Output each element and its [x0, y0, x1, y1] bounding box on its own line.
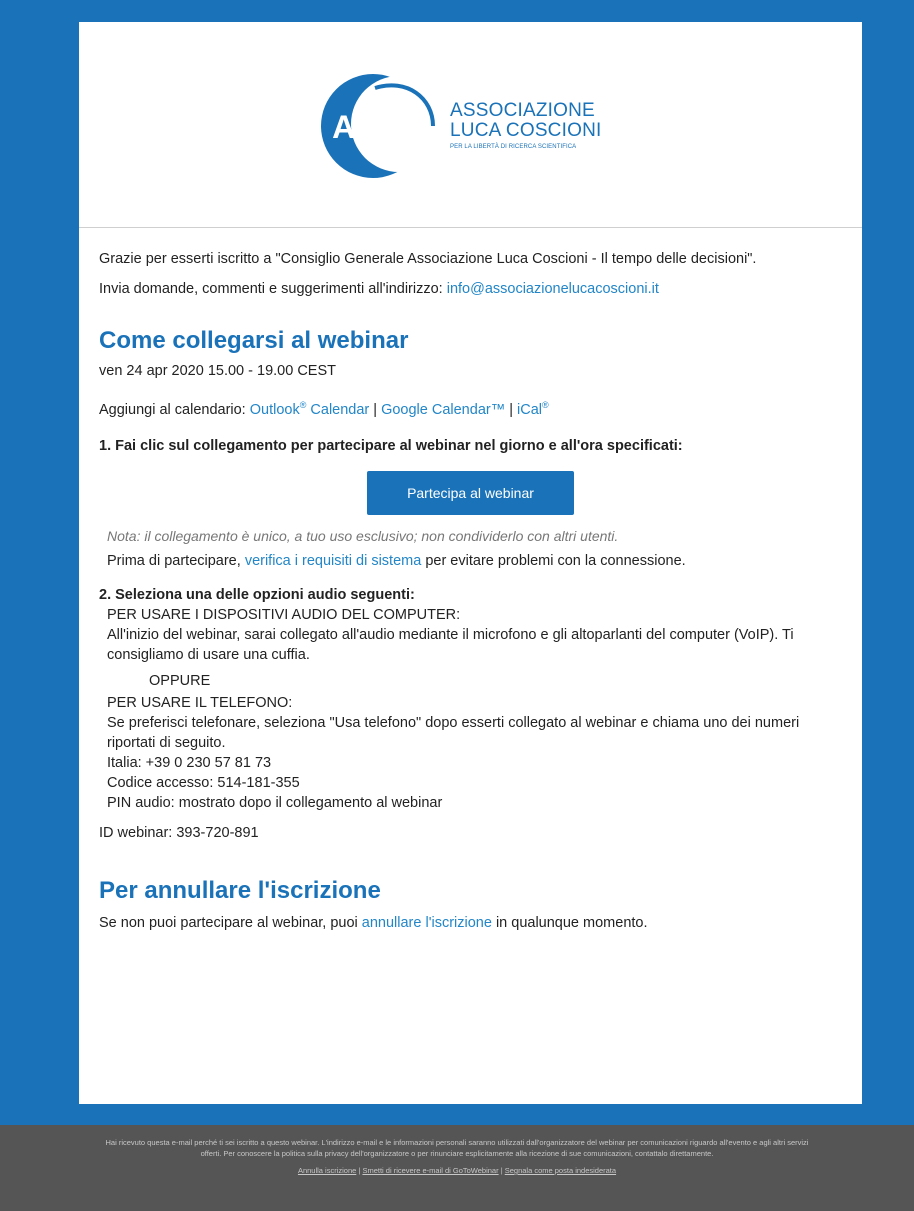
email-body: Grazie per esserti iscritto a "Consiglio…: [79, 249, 862, 933]
system-req-line: Prima di partecipare, verifica i requisi…: [107, 552, 686, 569]
footer-disclaimer: Hai ricevuto questa e-mail perché ti sei…: [105, 1138, 809, 1158]
unique-link-note: Nota: il collegamento è unico, a tuo uso…: [107, 527, 619, 544]
phone-audio-desc: Se preferisci telefonare, seleziona "Usa…: [107, 714, 800, 751]
step2-title: 2. Seleziona una delle opzioni audio seg…: [99, 586, 415, 603]
access-code: Codice accesso: 514-181-355: [107, 774, 300, 791]
step1-title: 1. Fai clic sul collegamento per parteci…: [99, 437, 683, 454]
logo-line-2: LUCA COSCIONI: [450, 120, 602, 141]
computer-audio-title: PER USARE I DISPOSITIVI AUDIO DEL COMPUT…: [107, 606, 461, 623]
logo-tagline: PER LA LIBERTÀ DI RICERCA SCIENTIFICA: [450, 144, 577, 150]
oppure-text: OPPURE: [149, 672, 211, 689]
audio-pin: PIN audio: mostrato dopo il collegamento…: [107, 794, 443, 811]
separator: |: [369, 401, 382, 418]
separator: |: [505, 401, 518, 418]
system-requirements-link[interactable]: verifica i requisiti di sistema: [245, 553, 421, 569]
footer-stop-emails-link[interactable]: Smetti di ricevere e-mail di GoToWebinar: [362, 1166, 498, 1175]
computer-audio-desc: All'inizio del webinar, sarai collegato …: [107, 626, 794, 663]
ical-link[interactable]: iCal®: [517, 400, 549, 418]
alc-logo-icon: ALC: [321, 74, 445, 178]
phone-number-italy: Italia: +39 0 230 57 81 73: [107, 754, 272, 771]
logo-line-1: ASSOCIAZIONE: [450, 100, 595, 121]
contact-line: Invia domande, commenti e suggerimenti a…: [99, 279, 842, 299]
cancel-line: Se non puoi partecipare al webinar, puoi…: [99, 914, 648, 931]
cancel-heading: Per annullare l'iscrizione: [99, 876, 381, 904]
logo-header: ALC ASSOCIAZIONE LUCA COSCIONI PER LA LI…: [79, 22, 862, 228]
email-card: ALC ASSOCIAZIONE LUCA COSCIONI PER LA LI…: [79, 22, 862, 1104]
footer-unsubscribe-link[interactable]: Annulla iscrizione: [298, 1166, 356, 1175]
audio-options: PER USARE I DISPOSITIVI AUDIO DEL COMPUT…: [99, 605, 842, 813]
logo-mark: ALC: [332, 109, 398, 145]
webinar-id: ID webinar: 393-720-891: [99, 824, 259, 841]
webinar-datetime: ven 24 apr 2020 15.00 - 19.00 CEST: [99, 363, 336, 379]
logo-wordmark: ASSOCIAZIONE LUCA COSCIONI PER LA LIBERT…: [450, 100, 602, 151]
join-webinar-button[interactable]: Partecipa al webinar: [367, 470, 574, 515]
calendar-line: Aggiungi al calendario: Outlook® Calenda…: [99, 395, 842, 420]
footer: Hai ricevuto questa e-mail perché ti sei…: [0, 1125, 914, 1211]
thanks-text: Grazie per esserti iscritto a "Consiglio…: [99, 251, 757, 267]
contact-prefix: Invia domande, commenti e suggerimenti a…: [99, 281, 447, 297]
cancel-registration-link[interactable]: annullare l'iscrizione: [362, 915, 492, 931]
footer-report-spam-link[interactable]: Segnala come posta indesiderata: [505, 1166, 616, 1175]
google-calendar-link[interactable]: Google Calendar™: [381, 402, 505, 418]
connect-heading: Come collegarsi al webinar: [99, 327, 409, 354]
phone-audio-title: PER USARE IL TELEFONO:: [107, 694, 293, 711]
calendar-prefix: Aggiungi al calendario:: [99, 401, 250, 418]
footer-links: Annulla iscrizione | Smetti di ricevere …: [297, 1166, 617, 1175]
contact-email-link[interactable]: info@associazionelucacoscioni.it: [447, 281, 659, 297]
outlook-calendar-link[interactable]: Outlook® Calendar: [250, 400, 370, 418]
